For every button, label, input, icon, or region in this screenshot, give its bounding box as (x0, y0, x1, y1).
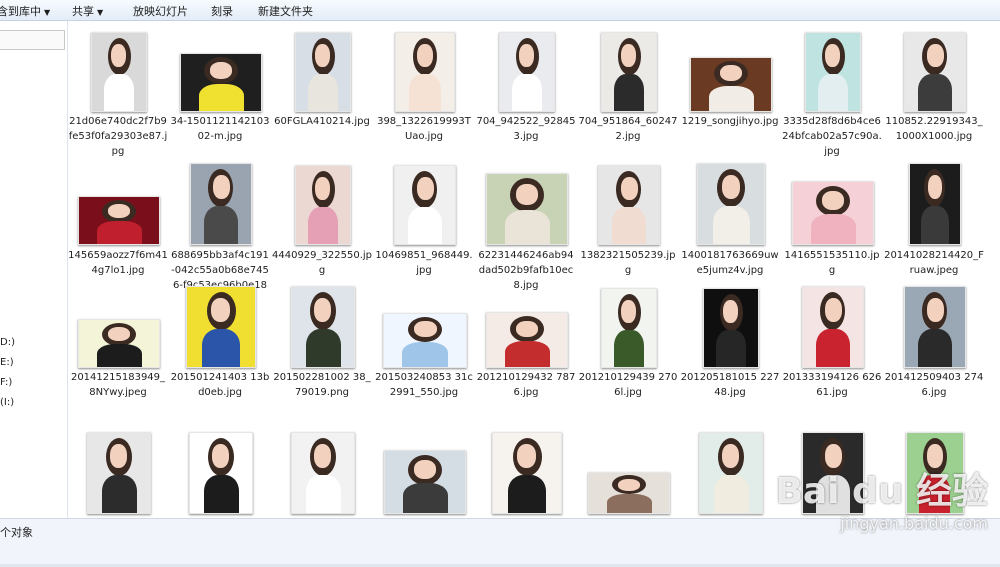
file-thumbnail[interactable] (802, 286, 864, 368)
file-name[interactable]: 201503240853 31c2991_550.jpg (374, 370, 474, 400)
file-thumbnail[interactable] (291, 432, 355, 514)
file-thumbnail[interactable] (91, 32, 147, 112)
file-name[interactable]: 201210129432 7876.jpg (476, 370, 576, 400)
file-thumbnail[interactable] (190, 163, 252, 245)
include-in-library-label: 包含到库中 (0, 5, 41, 18)
file-name[interactable]: 1416551535110.jpg (782, 248, 882, 278)
file-thumbnail[interactable] (904, 32, 966, 112)
file-name[interactable]: 60FGLA410214.jpg (272, 114, 372, 129)
file-name[interactable]: 4440929_322550.jpg (272, 248, 372, 278)
file-name[interactable]: 34-150112114210302-m.jpg (170, 114, 270, 144)
file-thumbnail[interactable] (394, 165, 456, 245)
file-name[interactable]: 704_951864_602472.jpg (578, 114, 678, 144)
file-thumbnail[interactable] (699, 432, 763, 514)
file-name[interactable]: 10469851_968449.jpg (374, 248, 474, 278)
file-thumbnail[interactable] (601, 32, 657, 112)
watermark-url: jingyan.baidu.com (840, 514, 988, 533)
drive-d[interactable]: D:) (0, 337, 15, 348)
file-name[interactable]: 110852.22919343_1000X1000.jpg (884, 114, 984, 144)
item-count: 个对象 (0, 526, 33, 539)
file-thumbnail[interactable] (792, 181, 874, 245)
navigation-pane: D:) E:) F:) (I:) (0, 21, 68, 518)
file-thumbnail[interactable] (703, 288, 759, 368)
slideshow-button[interactable]: 放映幻灯片 (133, 3, 188, 19)
file-thumbnail[interactable] (87, 432, 151, 514)
file-thumbnail[interactable] (598, 165, 660, 245)
file-name[interactable]: 145659aozz7f6m414g7lo1.jpg (68, 248, 168, 278)
file-thumbnail[interactable] (904, 286, 966, 368)
file-name[interactable]: 201502281002 38_79019.png (272, 370, 372, 400)
file-name[interactable]: 1382321505239.jpg (578, 248, 678, 278)
command-toolbar: 包含到库中▼ 共享▼ 放映幻灯片 刻录 新建文件夹 (0, 0, 1000, 21)
drive-e[interactable]: E:) (0, 357, 14, 368)
file-thumbnail[interactable] (291, 286, 355, 368)
share-label: 共享 (72, 5, 94, 18)
drive-f[interactable]: F:) (0, 377, 12, 388)
file-thumbnail[interactable] (295, 165, 351, 245)
nav-pane-box[interactable] (0, 30, 65, 50)
file-thumbnail[interactable] (486, 173, 568, 245)
file-name[interactable]: 201501241403 13bd0eb.jpg (170, 370, 270, 400)
file-thumbnail[interactable] (180, 53, 262, 112)
file-thumbnail[interactable] (383, 313, 467, 368)
share-menu[interactable]: 共享 ▼ (72, 3, 103, 19)
file-thumbnail[interactable] (78, 196, 160, 245)
burn-button[interactable]: 刻录 (211, 3, 233, 19)
file-thumbnail[interactable] (492, 432, 562, 514)
file-thumbnail[interactable] (486, 312, 568, 368)
new-folder-button[interactable]: 新建文件夹 (258, 3, 313, 19)
file-name[interactable]: 20141215183949_8NYwy.jpeg (68, 370, 168, 400)
file-name[interactable]: 201412509403 2746.jpg (884, 370, 984, 400)
file-thumbnail[interactable] (395, 32, 455, 112)
file-thumbnail[interactable] (499, 32, 555, 112)
file-name[interactable]: 3335d28f8d6b4ce624bfcab02a57c90a.jpg (782, 114, 882, 159)
file-name[interactable]: 704_942522_928453.jpg (476, 114, 576, 144)
file-name[interactable]: 201205181015 22748.jpg (680, 370, 780, 400)
file-thumbnail[interactable] (186, 286, 256, 368)
file-name[interactable]: 1219_songjihyo.jpg (680, 114, 780, 129)
file-name[interactable]: 62231446246ab94dad502b9fafb10ec8.jpg (476, 248, 576, 293)
watermark-logo: Bai du 经验 (775, 471, 988, 512)
chevron-down-icon: ▼ (44, 8, 51, 17)
file-thumbnail[interactable] (690, 57, 772, 112)
file-thumbnail[interactable] (588, 472, 670, 514)
file-name[interactable]: 20141028214420_Fruaw.jpeg (884, 248, 984, 278)
file-thumbnail[interactable] (697, 163, 765, 245)
file-thumbnail[interactable] (78, 319, 160, 368)
chevron-down-icon: ▼ (97, 8, 104, 17)
drive-i[interactable]: (I:) (0, 397, 14, 408)
file-thumbnail[interactable] (384, 450, 466, 514)
file-thumbnail[interactable] (189, 432, 253, 514)
file-thumbnail[interactable] (295, 32, 351, 112)
file-name[interactable]: 201333194126 62661.jpg (782, 370, 882, 400)
file-name[interactable]: 201210129439 2706l.jpg (578, 370, 678, 400)
file-thumbnail[interactable] (601, 288, 657, 368)
file-thumbnail[interactable] (805, 32, 861, 112)
file-name[interactable]: 21d06e740dc2f7b9fe53f0fa29303e87.jpg (68, 114, 168, 159)
file-name[interactable]: 398_1322619993TUao.jpg (374, 114, 474, 144)
file-name[interactable]: 1400181763669uwe5jumz4v.jpg (680, 248, 780, 278)
file-thumbnail[interactable] (909, 163, 961, 245)
file-list: 21d06e740dc2f7b9fe53f0fa29303e87.jpg 34-1… (68, 21, 1000, 518)
include-in-library-menu[interactable]: 包含到库中▼ (0, 3, 50, 19)
